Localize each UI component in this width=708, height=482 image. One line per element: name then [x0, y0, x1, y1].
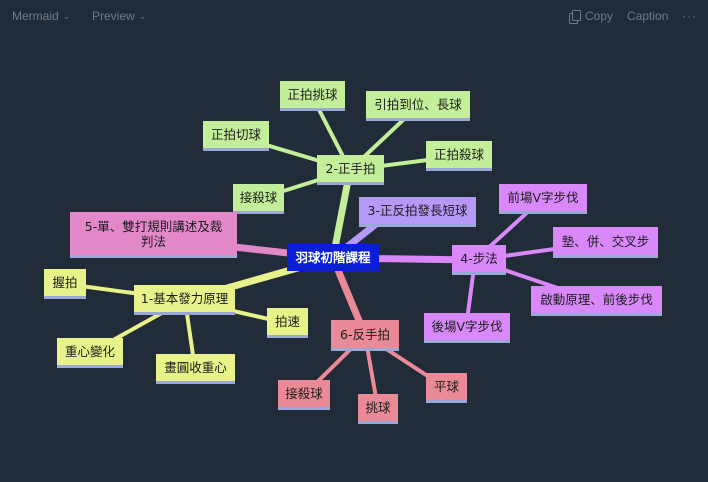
branch-node-footwork[interactable]: 4-步法 — [452, 245, 506, 275]
branch-node-rules[interactable]: 5-單、雙打規則講述及裁判法 — [70, 212, 237, 258]
leaf-node[interactable]: 挑球 — [358, 394, 398, 424]
mindmap-diagram: 羽球初階課程 2-正手拍 正拍挑球 引拍到位、長球 正拍切球 正拍殺球 接殺球 … — [0, 0, 708, 482]
leaf-node[interactable]: 接殺球 — [233, 184, 284, 214]
leaf-node[interactable]: 接殺球 — [278, 380, 330, 410]
leaf-node[interactable]: 引拍到位、長球 — [366, 91, 470, 121]
leaf-node[interactable]: 拍速 — [267, 308, 308, 338]
leaf-node[interactable]: 墊、併、交叉步 — [553, 227, 658, 258]
leaf-node[interactable]: 正拍殺球 — [426, 141, 492, 171]
leaf-node[interactable]: 畫圓收重心 — [156, 354, 235, 384]
leaf-node[interactable]: 正拍切球 — [203, 121, 269, 151]
leaf-node[interactable]: 握拍 — [44, 269, 86, 299]
leaf-node[interactable]: 平球 — [426, 373, 467, 403]
leaf-node[interactable]: 後場V字步伐 — [424, 313, 510, 343]
root-node[interactable]: 羽球初階課程 — [287, 244, 379, 271]
leaf-node[interactable]: 正拍挑球 — [280, 81, 345, 111]
leaf-node[interactable]: 啟動原理、前後步伐 — [531, 286, 662, 316]
branch-node-basics[interactable]: 1-基本發力原理 — [134, 285, 235, 315]
branch-node-backhand[interactable]: 6-反手拍 — [331, 320, 399, 351]
leaf-node[interactable]: 重心變化 — [57, 338, 123, 368]
leaf-node[interactable]: 前場V字步伐 — [499, 184, 587, 214]
branch-node-forehand[interactable]: 2-正手拍 — [317, 155, 384, 185]
branch-node-serve[interactable]: 3-正反拍發長短球 — [359, 197, 476, 227]
